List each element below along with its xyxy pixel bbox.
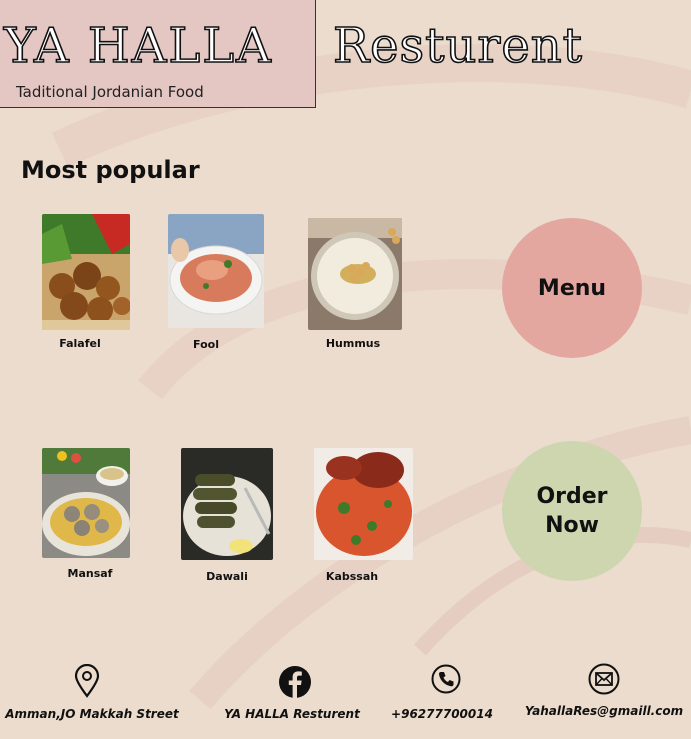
restaurant-word: Resturent <box>332 17 583 75</box>
dish-name: Kabssah <box>325 570 379 583</box>
footer-email[interactable] <box>588 663 620 699</box>
menu-button[interactable]: Menu <box>502 218 642 358</box>
background-swirl <box>51 44 691 710</box>
dish-name: Falafel <box>59 337 101 350</box>
order-label-line1: Order <box>536 484 608 509</box>
footer-address: Amman,JO Makkah Street <box>5 707 179 721</box>
dish-card-kabssah[interactable]: Kabssah <box>314 448 413 583</box>
dish-name: Mansaf <box>67 567 113 580</box>
dawali-photo <box>181 448 273 560</box>
footer-phone-number[interactable]: +96277700014 <box>391 707 493 721</box>
facebook-icon <box>279 666 311 698</box>
falafel-photo <box>42 214 130 330</box>
footer-email-address[interactable]: YahallaRes@gmaill.com <box>525 704 683 718</box>
order-now-button[interactable]: Order Now <box>502 441 642 581</box>
menu-button-label: Menu <box>537 275 607 301</box>
dish-card-mansaf[interactable]: Mansaf <box>42 448 130 580</box>
dish-card-fool[interactable]: Fool <box>168 214 264 351</box>
brand-box: YA HALLA Taditional Jordanian Food <box>0 0 316 108</box>
footer-facebook[interactable] <box>279 666 311 702</box>
dish-name: Dawali <box>206 570 248 583</box>
kabssah-photo <box>314 448 413 560</box>
dish-name: Fool <box>193 338 219 351</box>
email-icon <box>588 663 620 695</box>
footer-phone[interactable] <box>431 664 461 698</box>
dish-card-falafel[interactable]: Falafel <box>42 214 130 350</box>
footer-location[interactable] <box>74 663 100 702</box>
mansaf-photo <box>42 448 130 558</box>
brand-name: YA HALLA <box>3 17 273 75</box>
brand-tagline: Taditional Jordanian Food <box>16 83 204 101</box>
fool-photo <box>168 214 264 328</box>
location-pin-icon <box>74 663 100 698</box>
dish-card-hummus[interactable]: Hummus <box>308 218 402 350</box>
dish-card-dawali[interactable]: Dawali <box>181 448 273 583</box>
footer-facebook-name[interactable]: YA HALLA Resturent <box>224 707 360 721</box>
phone-icon <box>431 664 461 694</box>
order-label-line2: Now <box>545 513 599 538</box>
dish-name: Hummus <box>325 337 381 350</box>
section-title: Most popular <box>21 156 200 184</box>
hummus-photo <box>308 218 402 330</box>
